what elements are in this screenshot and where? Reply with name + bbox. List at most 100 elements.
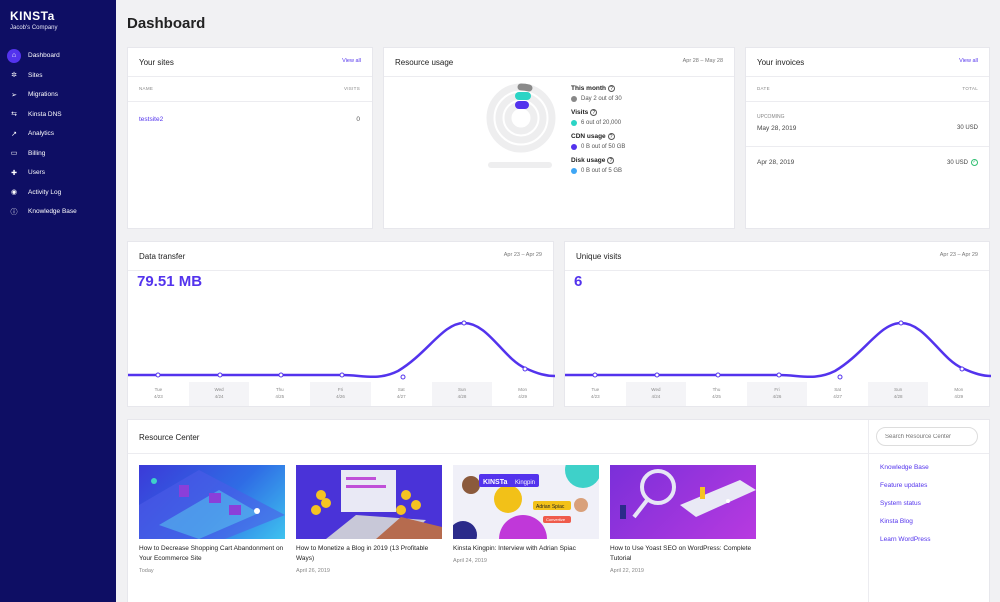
sites-card: Your sites View all NAME VISITS testsite… [127,47,373,229]
link-kinsta-blog[interactable]: Kinsta Blog [880,518,930,536]
visits-label: Visits? [571,109,598,116]
billing-icon: ▭ [10,150,18,158]
add-user-icon: ✚ [11,169,17,177]
day-label: Tue 4/23 [590,387,600,399]
visits-value: 6 out of 20,000 [571,120,621,126]
resource-usage-card: Resource usage Apr 28 – May 28 This mont… [383,47,735,229]
data-transfer-range: Apr 23 – Apr 29 [503,252,542,258]
invoice-date: Apr 28, 2019 [757,159,795,166]
upcoming-label: UPCOMING [757,114,785,120]
divider [128,453,989,454]
sidebar-item-migrations[interactable]: ➢ Migrations [0,85,116,105]
unique-visits-title: Unique visits [576,252,622,261]
eye-icon: ◉ [10,189,18,197]
sidebar-item-activity-log[interactable]: ◉ Activity Log [0,183,116,203]
sidebar-item-label: Dashboard [28,52,60,60]
article-card[interactable]: KINSTa Kingpin Adrian Spiac Convertize K… [453,465,599,564]
legend-dot [571,144,577,150]
sidebar-item-analytics[interactable]: ↗ Analytics [0,124,116,144]
link-feature-updates[interactable]: Feature updates [880,482,930,500]
link-learn-wordpress[interactable]: Learn WordPress [880,536,930,554]
col-header-date: DATE [757,86,770,91]
kingpin-brand: KINSTa [483,479,507,486]
article-thumbnail[interactable] [610,465,756,539]
article-title[interactable]: Kinsta Kingpin: Interview with Adrian Sp… [453,544,599,554]
this-month-label: This month? [571,85,616,92]
divider [384,76,734,77]
article-date: April 24, 2019 [453,558,487,564]
this-month-value: Day 2 out of 30 [571,96,622,102]
invoices-card: Your invoices View all DATE TOTAL UPCOMI… [745,47,990,229]
kingpin-badge: Convertize [546,517,566,522]
sidebar-item-label: Activity Log [28,188,62,196]
article-card[interactable]: How to Use Yoast SEO on WordPress: Compl… [610,465,756,574]
unique-visits-line-chart [565,320,991,380]
col-header-name: NAME [139,86,154,91]
sidebar-nav: ⌂ Dashboard ✲ Sites ➢ Migrations ⇆ Kinst… [0,46,116,222]
article-title[interactable]: How to Monetize a Blog in 2019 (13 Profi… [296,544,442,564]
day-label: Thu 4/25 [275,387,285,399]
resource-usage-range: Apr 28 – May 28 [682,58,723,64]
sidebar-item-billing[interactable]: ▭ Billing [0,144,116,164]
sidebar-item-sites[interactable]: ✲ Sites [0,66,116,86]
divider [565,270,989,271]
sidebar-item-label: Knowledge Base [28,208,77,216]
invoices-view-all-link[interactable]: View all [959,58,978,64]
sites-view-all-link[interactable]: View all [342,58,361,64]
resource-center-card: Resource Center How to Decrease Shopping… [127,419,990,602]
sidebar-item-knowledge-base[interactable]: ⓘ Knowledge Base [0,202,116,222]
sidebar-item-label: Kinsta DNS [28,110,62,118]
article-title[interactable]: How to Use Yoast SEO on WordPress: Compl… [610,544,756,564]
cdn-usage-value: 0 B out of 50 GB [571,144,625,150]
sidebar-item-label: Users [28,169,45,177]
kinsta-logo[interactable]: KINSTa [10,9,55,23]
help-icon[interactable]: ? [607,157,615,164]
day-label: Sat 4/27 [396,387,406,399]
sidebar-item-dashboard[interactable]: ⌂ Dashboard [0,46,116,66]
divider [128,101,372,102]
help-icon[interactable]: ? [608,85,616,92]
help-icon[interactable]: ? [607,133,615,140]
day-label: Mon 4/29 [518,387,528,399]
page-title: Dashboard [127,15,206,32]
data-transfer-line-chart [128,320,555,380]
article-thumbnail[interactable] [296,465,442,539]
divider [746,76,989,77]
day-label: Wed 4/24 [625,382,687,406]
article-card[interactable]: How to Decrease Shopping Cart Abandonmen… [139,465,285,574]
day-label: Tue 4/23 [153,387,163,399]
article-thumbnail[interactable]: KINSTa Kingpin Adrian Spiac Convertize [453,465,599,539]
day-label: Sun 4/28 [431,382,493,406]
cdn-usage-label: CDN usage? [571,133,615,140]
legend-dot [571,96,577,102]
article-date: April 26, 2019 [296,568,330,574]
divider [746,101,989,102]
day-label: Fri 4/26 [746,382,808,406]
invoice-date: May 28, 2019 [757,125,797,132]
site-link[interactable]: testsite2 [139,116,163,123]
divider [746,146,989,147]
link-knowledge-base[interactable]: Knowledge Base [880,464,930,482]
sidebar: KINSTa Jacob's Company ⌂ Dashboard ✲ Sit… [0,0,116,602]
day-label: Fri 4/26 [310,382,371,406]
invoice-amount: 30 USD ✓ [946,159,978,166]
sidebar-item-users[interactable]: ✚ Users [0,163,116,183]
help-icon[interactable]: ? [590,109,598,116]
sidebar-item-label: Migrations [28,91,58,99]
day-label: Sat 4/27 [833,387,842,399]
article-card[interactable]: How to Monetize a Blog in 2019 (13 Profi… [296,465,442,574]
link-system-status[interactable]: System status [880,500,930,518]
divider [128,270,553,271]
kingpin-tag: Kingpin [515,480,535,486]
unique-visits-range: Apr 23 – Apr 29 [939,252,978,258]
kingpin-name: Adrian Spiac [536,504,565,510]
legend-dot [571,120,577,126]
analytics-icon: ↗ [11,130,17,138]
day-label: Thu 4/25 [712,387,721,399]
data-transfer-value: 79.51 MB [137,273,203,290]
sidebar-item-kinsta-dns[interactable]: ⇆ Kinsta DNS [0,105,116,125]
company-name[interactable]: Jacob's Company [10,25,58,31]
article-title[interactable]: How to Decrease Shopping Cart Abandonmen… [139,544,285,564]
article-thumbnail[interactable] [139,465,285,539]
sidebar-item-label: Analytics [28,130,55,138]
